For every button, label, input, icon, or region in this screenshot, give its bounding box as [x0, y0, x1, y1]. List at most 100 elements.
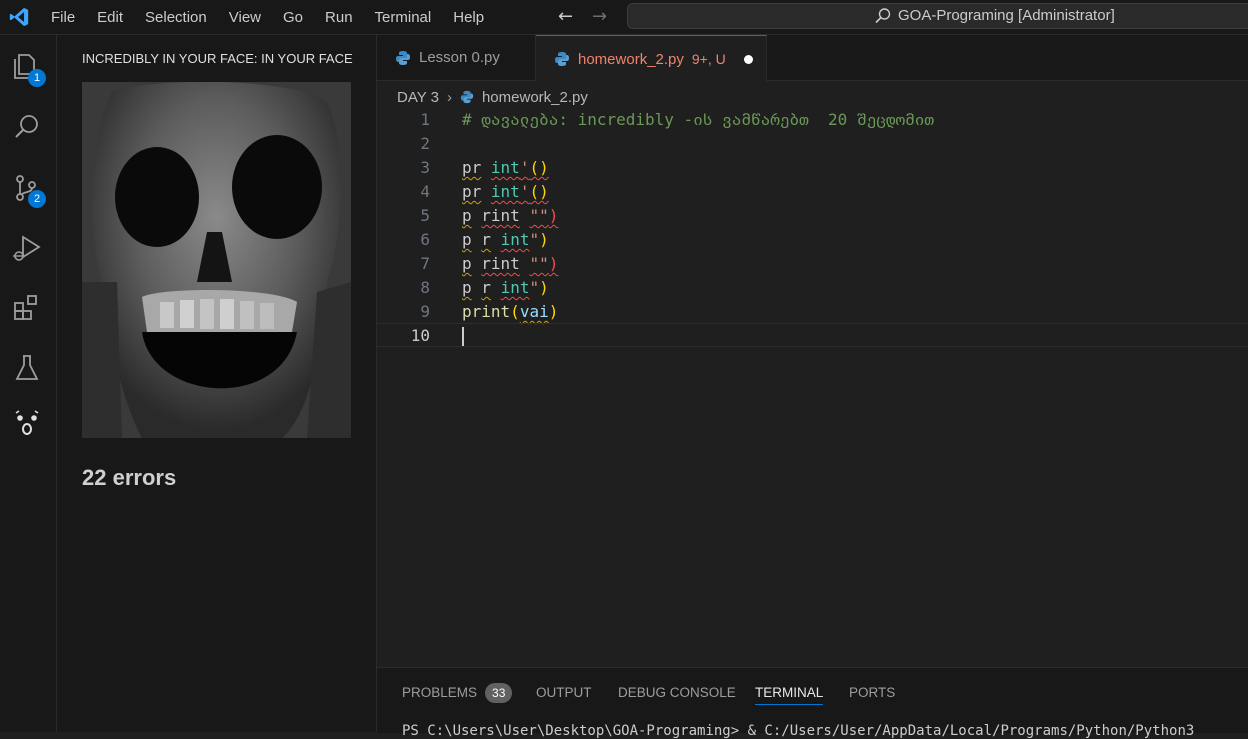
unsaved-dot-icon[interactable] — [743, 54, 753, 64]
code-token: rint — [481, 206, 520, 225]
code-token: p — [462, 278, 472, 297]
python-file-icon — [460, 90, 474, 104]
chevron-right-icon: › — [446, 88, 452, 106]
tab-homework-2[interactable]: homework_2.py 9+, U — [536, 35, 767, 82]
command-center-search[interactable]: GOA-Programing [Administrator] — [627, 3, 1248, 29]
code-token: ( — [510, 302, 520, 321]
code-token: p — [462, 254, 472, 273]
skull-image — [82, 82, 351, 438]
line-number: 7 — [420, 254, 430, 273]
line-number: 6 — [420, 230, 430, 249]
code-token: int — [500, 230, 530, 249]
line-number: 9 — [420, 302, 430, 321]
code-token: print — [462, 302, 511, 321]
surprised-face-icon[interactable] — [10, 407, 44, 441]
code-text: print(vai) — [462, 300, 558, 324]
breadcrumb-file[interactable]: homework_2.py — [482, 89, 588, 106]
code-token: ) — [548, 254, 559, 273]
line-number: 8 — [420, 278, 430, 297]
code-editor[interactable]: 1 # დავალება: incredibly -ის ვამწარებთ 2… — [377, 108, 1248, 667]
code-token: r — [481, 230, 491, 249]
menu-edit[interactable]: Edit — [86, 9, 134, 26]
code-text: p rint "") — [462, 204, 558, 228]
code-token: " — [529, 278, 540, 297]
code-token: p — [462, 230, 472, 249]
panel-heading: INCREDIBLY IN YOUR FACE: IN YOUR FACE — [82, 51, 353, 66]
menu-file[interactable]: File — [40, 9, 86, 26]
code-text: p r int") — [462, 228, 549, 252]
tab-output[interactable]: OUTPUT — [536, 682, 592, 704]
tab-problems-label: PROBLEMS — [402, 685, 478, 700]
code-line[interactable]: 7 p rint "") — [377, 252, 1248, 276]
extensions-icon[interactable] — [10, 291, 44, 325]
code-line[interactable]: 2 — [377, 132, 1248, 156]
menu-selection[interactable]: Selection — [134, 9, 218, 26]
tab-terminal[interactable]: TERMINAL — [755, 682, 824, 705]
python-file-icon — [555, 52, 569, 66]
code-token: ) — [539, 278, 549, 297]
code-line[interactable]: 4 pr int'() — [377, 180, 1248, 204]
terminal-output[interactable]: PS C:\Users\User\Desktop\GOA-Programing>… — [402, 723, 1248, 739]
code-line[interactable]: 9 print(vai) — [377, 300, 1248, 324]
line-number: 10 — [410, 326, 430, 345]
code-line[interactable]: 6 p r int") — [377, 228, 1248, 252]
tab-ports[interactable]: PORTS — [849, 682, 895, 704]
code-token: " — [529, 230, 540, 249]
workspace-title: GOA-Programing [Administrator] — [898, 7, 1115, 24]
menu-go[interactable]: Go — [272, 9, 314, 26]
code-token: pr — [462, 182, 482, 201]
code-text: pr int'() — [462, 180, 549, 204]
code-text: p r int") — [462, 276, 549, 300]
code-token: vai — [519, 302, 549, 321]
code-token: ) — [539, 230, 549, 249]
search-icon[interactable] — [10, 110, 44, 144]
menu-bar: File Edit Selection View Go Run Terminal… — [40, 0, 495, 34]
code-text: p rint "") — [462, 252, 558, 276]
breadcrumb: DAY 3 › homework_2.py — [397, 86, 588, 108]
code-line[interactable]: 8 p r int") — [377, 276, 1248, 300]
code-token: p — [462, 206, 472, 225]
code-token: "" — [529, 254, 549, 273]
code-token: int — [490, 158, 520, 177]
code-text: # დავალება: incredibly -ის ვამწარებთ 20 … — [462, 108, 934, 132]
menu-run[interactable]: Run — [314, 9, 364, 26]
menu-terminal[interactable]: Terminal — [364, 9, 443, 26]
breadcrumb-folder[interactable]: DAY 3 — [397, 89, 439, 106]
editor-tab-bar: Lesson 0.py homework_2.py 9+, U — [377, 35, 1248, 82]
code-line[interactable]: 5 p rint "") — [377, 204, 1248, 228]
code-token: "" — [529, 206, 549, 225]
tab-lesson-0[interactable]: Lesson 0.py — [377, 35, 536, 80]
code-token: ' — [519, 158, 530, 177]
search-icon — [875, 8, 891, 24]
tab-debug-console[interactable]: DEBUG CONSOLE — [618, 682, 736, 704]
activity-bar: 1 2 — [0, 35, 57, 732]
back-arrow-icon[interactable]: ← — [558, 6, 573, 27]
code-token: () — [529, 182, 549, 201]
code-line[interactable]: 3 pr int'() — [377, 156, 1248, 180]
code-token: r — [481, 278, 491, 297]
tab-problem-status: 9+, U — [691, 51, 726, 67]
run-debug-icon[interactable] — [10, 231, 44, 265]
code-token: rint — [481, 254, 520, 273]
testing-flask-icon[interactable] — [10, 351, 44, 385]
line-number: 3 — [420, 158, 430, 177]
code-text: pr int'() — [462, 156, 549, 180]
tab-problems[interactable]: PROBLEMS 33 — [402, 682, 513, 704]
line-number: 4 — [420, 182, 430, 201]
line-number: 5 — [420, 206, 430, 225]
explorer-badge: 1 — [28, 69, 46, 87]
vscode-logo-icon[interactable] — [8, 6, 30, 28]
code-token: () — [529, 158, 549, 177]
title-bar: File Edit Selection View Go Run Terminal… — [0, 0, 1248, 35]
tab-label: homework_2.py — [578, 50, 684, 68]
code-line[interactable]: 1 # დავალება: incredibly -ის ვამწარებთ 2… — [377, 108, 1248, 132]
code-token: int — [500, 278, 530, 297]
menu-help[interactable]: Help — [442, 9, 495, 26]
forward-arrow-icon[interactable]: → — [592, 6, 607, 27]
code-token: ' — [519, 182, 530, 201]
python-file-icon — [396, 50, 410, 65]
line-number: 1 — [420, 110, 430, 129]
code-line-current[interactable]: 10 — [377, 323, 1248, 347]
tab-label: Lesson 0.py — [419, 49, 500, 66]
menu-view[interactable]: View — [218, 9, 272, 26]
